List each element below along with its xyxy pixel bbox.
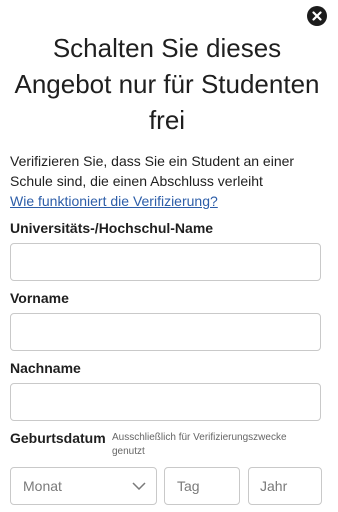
birthdate-label: Geburtsdatum xyxy=(10,430,106,446)
description-line-2: Schule sind, die einen Abschluss verleih… xyxy=(10,173,263,189)
university-input[interactable] xyxy=(10,243,321,281)
title-line-2: Angebot nur für Studenten xyxy=(14,69,320,99)
birth-year-input[interactable]: Jahr xyxy=(248,467,322,505)
chevron-down-icon xyxy=(132,482,146,490)
birthdate-hint-line-2: genutzt xyxy=(112,446,145,457)
description-line-1: Verifizieren Sie, dass Sie ein Student a… xyxy=(10,153,295,169)
last-name-label: Nachname xyxy=(10,360,81,376)
dialog-title: Schalten Sie dieses Angebot nur für Stud… xyxy=(0,30,334,138)
verification-description: Verifizieren Sie, dass Sie ein Student a… xyxy=(10,151,322,191)
close-icon xyxy=(312,11,322,21)
birth-month-placeholder: Monat xyxy=(23,478,62,494)
verification-help-link[interactable]: Wie funktioniert die Verifizierung? xyxy=(10,191,218,211)
title-line-1: Schalten Sie dieses xyxy=(52,33,282,63)
birthdate-hint-line-1: Ausschließlich für Verifizierungszwecke xyxy=(112,432,287,443)
birth-year-placeholder: Jahr xyxy=(260,478,288,494)
birth-day-input[interactable]: Tag xyxy=(164,467,240,505)
first-name-input[interactable] xyxy=(10,313,321,351)
birth-day-placeholder: Tag xyxy=(177,478,200,494)
first-name-label: Vorname xyxy=(10,290,69,306)
birth-month-select[interactable]: Monat xyxy=(10,467,157,505)
last-name-input[interactable] xyxy=(10,383,321,421)
close-button[interactable] xyxy=(307,6,327,26)
birthdate-hint: Ausschließlich für Verifizierungszwecke … xyxy=(112,431,322,459)
title-line-3: frei xyxy=(148,105,186,135)
university-label: Universitäts-/Hochschul-Name xyxy=(10,220,214,236)
